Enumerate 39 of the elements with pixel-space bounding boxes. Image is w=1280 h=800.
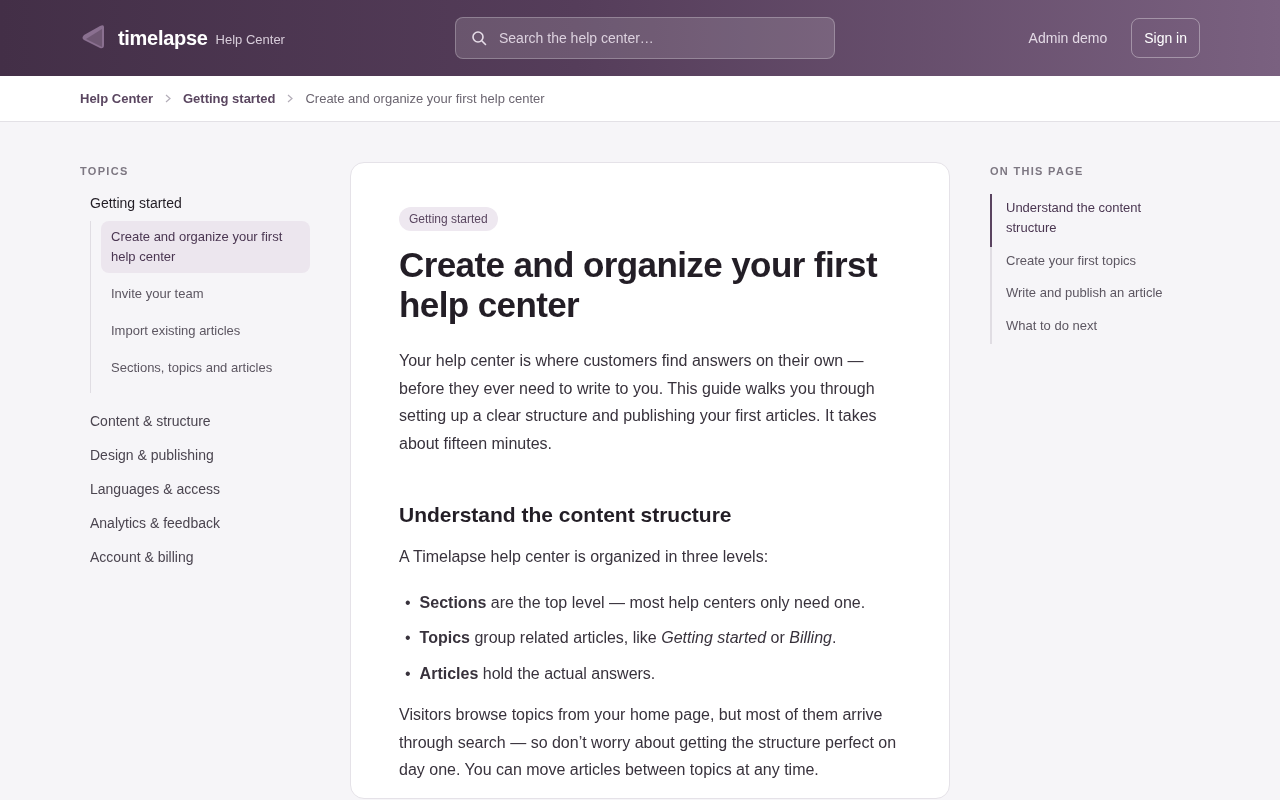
admin-link[interactable]: Admin demo [1028, 30, 1108, 46]
toc-heading: ON THIS PAGE [990, 165, 1085, 177]
topic-link[interactable]: Design & publishing [80, 447, 310, 463]
toc-link[interactable]: What to do next [990, 311, 1200, 344]
current-page-crumb: Create and organize your first help center [305, 91, 545, 106]
article-link[interactable]: Import existing articles [101, 315, 310, 347]
breadcrumb-link[interactable]: Help Center [80, 91, 153, 106]
sign-in-button[interactable]: Sign in [1131, 18, 1200, 58]
article-link[interactable]: Invite your team [101, 278, 310, 310]
paragraph: A Timelapse help center is organized in three levels: [399, 547, 770, 568]
toc-link[interactable]: Write and publish an article [990, 279, 1200, 312]
article-title: Create and organize your first help center [399, 245, 879, 325]
topic-link[interactable]: Analytics & feedback [80, 515, 310, 531]
list-item: Sections are the top level — most help centers only need one. [419, 592, 866, 613]
toc-link[interactable]: Create your first topics [990, 246, 1200, 279]
chevron-icon [164, 94, 171, 103]
breadcrumb-link[interactable]: Getting started [182, 91, 276, 106]
search-icon [471, 30, 487, 46]
section-heading: Understand the content structure [399, 503, 733, 528]
topic-link[interactable]: Languages & access [80, 481, 310, 497]
topic-link[interactable]: Getting started [80, 195, 310, 211]
toc-link[interactable]: Understand the content structure [990, 194, 1200, 247]
article-link[interactable]: Create and organize your first help center [101, 221, 310, 273]
bullet: • [405, 628, 411, 649]
list-item: Articles hold the actual answers. [419, 663, 656, 684]
topic-link[interactable]: Account & billing [80, 549, 310, 565]
search-field[interactable]: Search the help center… [455, 17, 835, 59]
paragraph: Your help center is where customers find answers on their own — before they ever need to write to you. This guide walks you through setting up a clear structure and publishing your first articles. It takes about fifteen minutes. [399, 351, 878, 454]
article-link[interactable]: Sections, topics and articles [101, 352, 310, 384]
brand-subtitle: Help Center [215, 32, 285, 47]
bullet: • [405, 663, 411, 684]
paragraph: Visitors browse topics from your home page, but most of them arrive through search — so don’t worry about getting the structure perfect on day one. You can move articles between topics at any time. [399, 704, 898, 781]
bullet: • [405, 592, 411, 613]
chevron-icon [287, 94, 294, 103]
topics-heading: TOPICS [80, 165, 130, 177]
brand-name: timelapse [118, 26, 208, 50]
list-item: Topics group related articles, like Getting started or Billing. [419, 628, 837, 649]
topic-link[interactable]: Content & structure [80, 413, 310, 429]
topic-tag: Getting started [399, 207, 498, 231]
